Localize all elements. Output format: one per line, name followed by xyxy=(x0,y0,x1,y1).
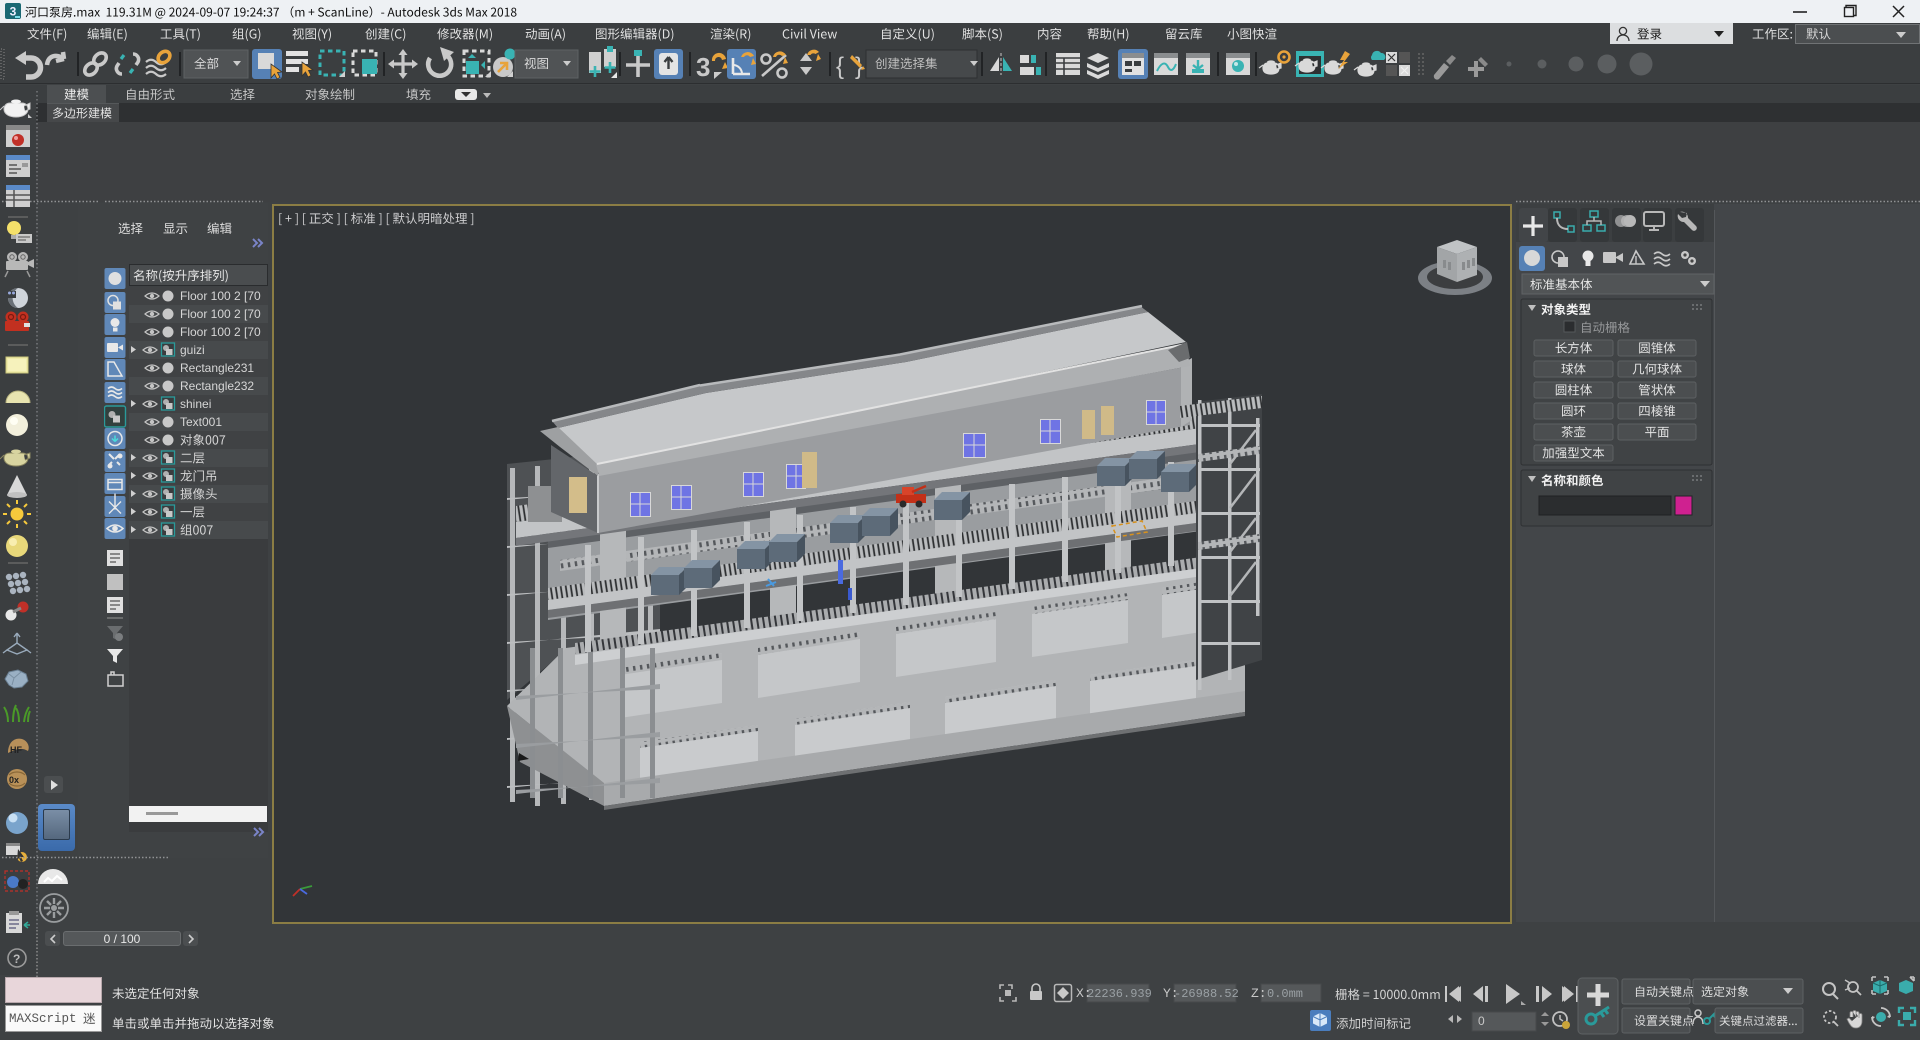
svg-text:HF: HF xyxy=(10,745,22,755)
svg-text:{: { xyxy=(836,53,844,80)
svg-text:0x: 0x xyxy=(9,775,19,785)
svg-text:?: ? xyxy=(13,952,20,966)
svg-text:3: 3 xyxy=(696,52,710,82)
